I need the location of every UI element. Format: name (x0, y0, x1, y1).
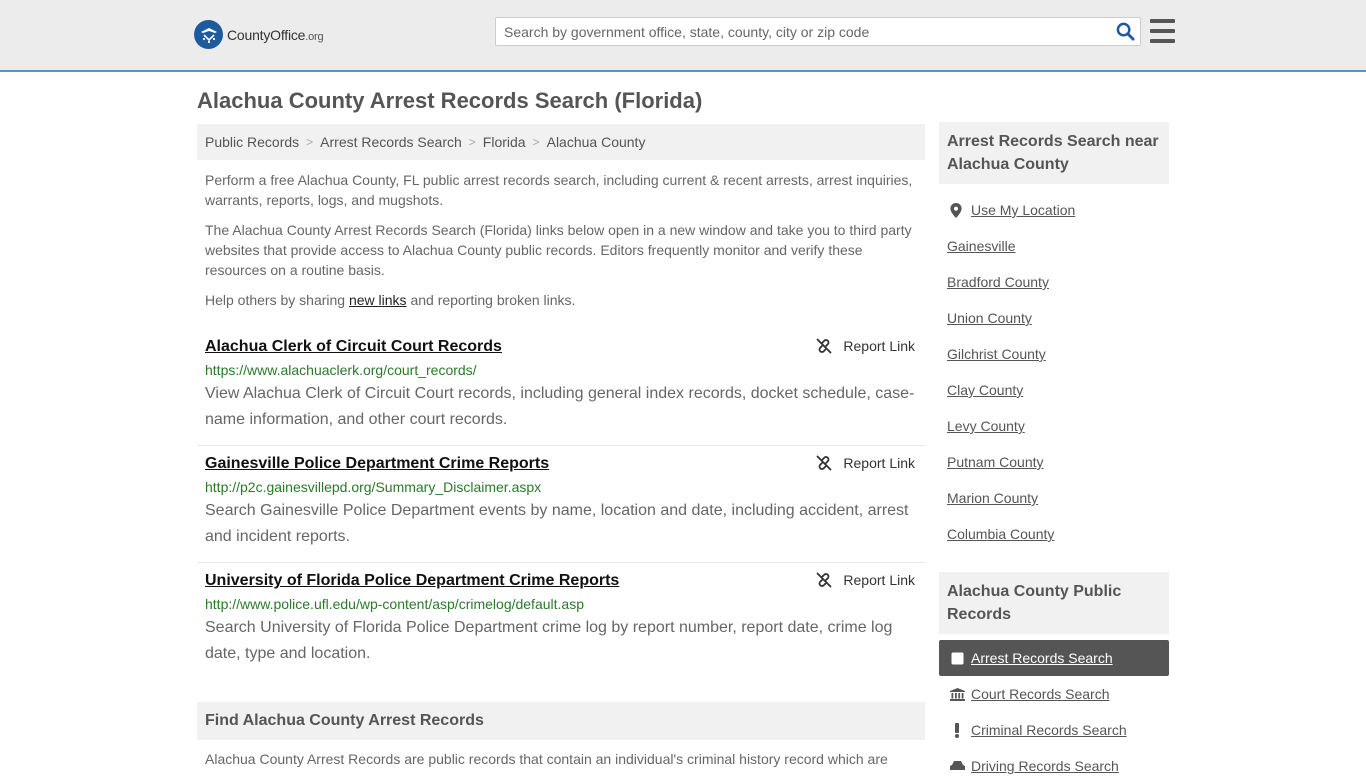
search-bar (495, 17, 1141, 46)
resource-link-title[interactable]: Alachua Clerk of Circuit Court Records (205, 337, 502, 357)
resource-link-description: Search University of Florida Police Depa… (205, 619, 893, 662)
report-link-button[interactable]: Report Link (816, 338, 915, 354)
use-my-location-item[interactable]: Use My Location (939, 192, 1169, 228)
nearby-link[interactable]: Putnam County (947, 454, 1044, 470)
intro-paragraph-3: Help others by sharing new links and rep… (205, 292, 576, 308)
search-input[interactable] (496, 18, 1110, 45)
breadcrumb-florida[interactable]: Florida (483, 134, 526, 150)
public-records-list: Arrest Records Search Court Records Sear… (939, 634, 1169, 784)
sidebar-item-union-county[interactable]: Union County (939, 300, 1169, 336)
sidebar-item-levy-county[interactable]: Levy County (939, 408, 1169, 444)
sidebar-item-bradford-county[interactable]: Bradford County (939, 264, 1169, 300)
new-links-link[interactable]: new links (349, 292, 407, 308)
hamburger-menu-icon[interactable] (1150, 19, 1175, 43)
sidebar-item-driving-records[interactable]: Driving Records Search (939, 748, 1169, 784)
page-title: Alachua County Arrest Records Search (Fl… (197, 88, 703, 113)
square-icon (949, 652, 965, 665)
breadcrumb-alachua-county[interactable]: Alachua County (547, 134, 646, 150)
logo-seal-icon (194, 20, 223, 49)
intro-paragraph-2: The Alachua County Arrest Records Search… (205, 222, 912, 278)
broken-link-icon (817, 338, 832, 354)
use-my-location-link[interactable]: Use My Location (971, 202, 1075, 218)
search-button[interactable] (1110, 18, 1140, 45)
main-content: Public Records > Arrest Records Search >… (197, 124, 925, 767)
breadcrumb-public-records[interactable]: Public Records (205, 134, 299, 150)
sidebar-item-putnam-county[interactable]: Putnam County (939, 444, 1169, 480)
nearby-link[interactable]: Levy County (947, 418, 1025, 434)
breadcrumb-separator-icon: > (532, 135, 540, 149)
sidebar-item-gainesville[interactable]: Gainesville (939, 228, 1169, 264)
search-icon (1116, 22, 1135, 41)
sidebar-item-court-records[interactable]: Court Records Search (939, 676, 1169, 712)
exclamation-icon (949, 722, 965, 738)
nearby-link[interactable]: Gainesville (947, 238, 1015, 254)
find-records-text: Alachua County Arrest Records are public… (205, 751, 888, 767)
find-records-heading: Find Alachua County Arrest Records (197, 702, 925, 740)
breadcrumb: Public Records > Arrest Records Search >… (197, 124, 925, 160)
public-records-link[interactable]: Court Records Search (971, 686, 1110, 702)
resource-links: Alachua Clerk of Circuit Court Records h… (197, 329, 925, 680)
intro-text: Perform a free Alachua County, FL public… (197, 170, 925, 310)
broken-link-icon (817, 572, 832, 588)
sidebar-item-arrest-records[interactable]: Arrest Records Search (939, 640, 1169, 676)
sidebar-item-clay-county[interactable]: Clay County (939, 372, 1169, 408)
site-logo[interactable]: CountyOffice.org (194, 20, 324, 49)
resource-link-description: View Alachua Clerk of Circuit Court reco… (205, 385, 915, 428)
report-link-button[interactable]: Report Link (816, 455, 915, 471)
nearby-link[interactable]: Union County (947, 310, 1032, 326)
resource-link-title[interactable]: University of Florida Police Department … (205, 571, 619, 591)
report-link-button[interactable]: Report Link (816, 572, 915, 588)
logo-text: CountyOffice.org (227, 26, 324, 43)
map-pin-icon (947, 202, 965, 218)
car-icon (949, 760, 965, 772)
list-item: Alachua Clerk of Circuit Court Records h… (197, 329, 925, 446)
nearby-link[interactable]: Marion County (947, 490, 1038, 506)
nearby-link[interactable]: Clay County (947, 382, 1023, 398)
public-records-heading: Alachua County Public Records (939, 572, 1169, 634)
resource-link-url: http://p2c.gainesvillepd.org/Summary_Dis… (205, 479, 542, 495)
list-item: University of Florida Police Department … (197, 563, 925, 680)
breadcrumb-separator-icon: > (468, 135, 476, 149)
site-header: CountyOffice.org (0, 0, 1366, 72)
list-item: Gainesville Police Department Crime Repo… (197, 446, 925, 563)
breadcrumb-separator-icon: > (306, 135, 314, 149)
broken-link-icon (817, 455, 832, 471)
resource-link-description: Search Gainesville Police Department eve… (205, 502, 909, 545)
nearby-list: Use My Location Gainesville Bradford Cou… (939, 184, 1169, 552)
sidebar: Arrest Records Search near Alachua Count… (939, 122, 1169, 784)
sidebar-item-marion-county[interactable]: Marion County (939, 480, 1169, 516)
public-records-link[interactable]: Criminal Records Search (971, 722, 1127, 738)
resource-link-title[interactable]: Gainesville Police Department Crime Repo… (205, 454, 549, 474)
public-records-link[interactable]: Driving Records Search (971, 758, 1119, 774)
courthouse-icon (949, 687, 965, 701)
nearby-link[interactable]: Gilchrist County (947, 346, 1046, 362)
breadcrumb-arrest-records[interactable]: Arrest Records Search (320, 134, 462, 150)
nearby-link[interactable]: Columbia County (947, 526, 1054, 542)
sidebar-item-columbia-county[interactable]: Columbia County (939, 516, 1169, 552)
nearby-heading: Arrest Records Search near Alachua Count… (939, 122, 1169, 184)
resource-link-url: https://www.alachuaclerk.org/court_recor… (205, 362, 477, 378)
public-records-link[interactable]: Arrest Records Search (971, 650, 1113, 666)
sidebar-item-gilchrist-county[interactable]: Gilchrist County (939, 336, 1169, 372)
resource-link-url: http://www.police.ufl.edu/wp-content/asp… (205, 596, 584, 612)
nearby-link[interactable]: Bradford County (947, 274, 1049, 290)
intro-paragraph-1: Perform a free Alachua County, FL public… (205, 172, 913, 208)
sidebar-item-criminal-records[interactable]: Criminal Records Search (939, 712, 1169, 748)
